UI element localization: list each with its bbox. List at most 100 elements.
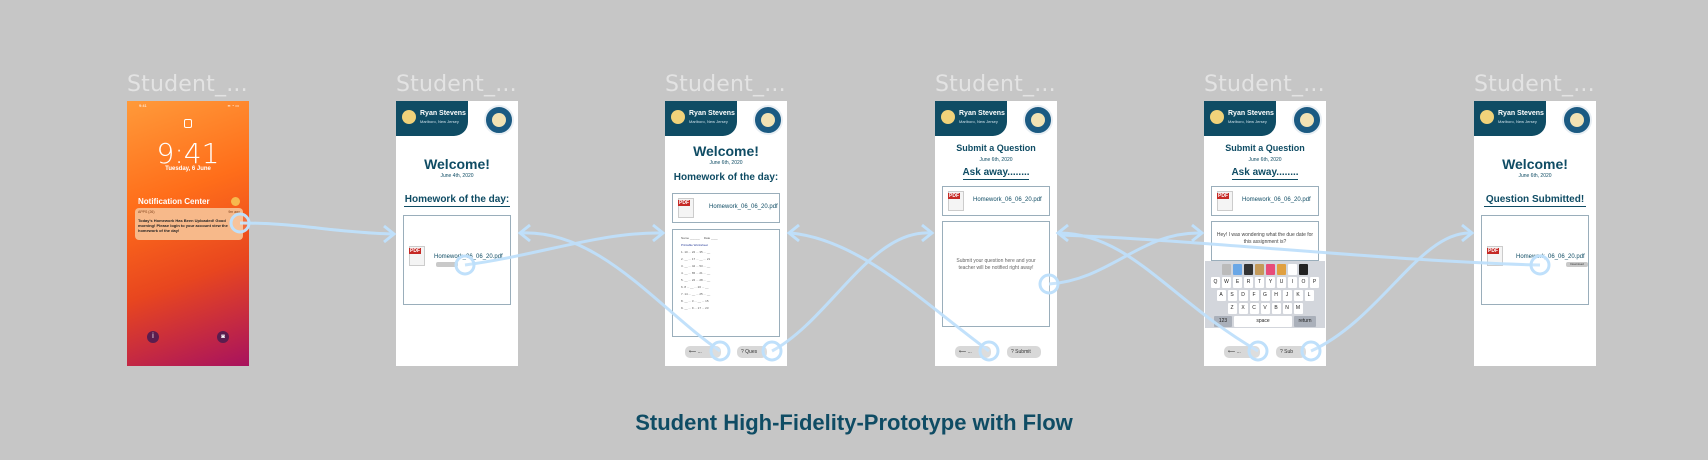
key-h[interactable]: H [1271, 290, 1281, 301]
emoji-suggestion[interactable] [1255, 264, 1264, 275]
close-icon[interactable] [231, 197, 240, 206]
camera-icon[interactable]: ◙ [217, 331, 229, 343]
key-b[interactable]: B [1271, 303, 1281, 314]
frame-label[interactable]: Student_... [1474, 72, 1595, 97]
lock-screen-frame[interactable]: 9:41 ▪▪ ◔ ▭ 9:41 Tuesday, 6 June Notific… [127, 101, 249, 366]
homework-heading: Homework of the day: [673, 172, 779, 183]
question-button[interactable]: ? Ques [737, 346, 767, 358]
keyboard[interactable]: QWERTYUIOP ASDFGHJKL ZXCVBNM 123 space r… [1205, 261, 1325, 328]
key-o[interactable]: O [1299, 277, 1308, 288]
typing-question-frame[interactable]: Ryan Stevens Marlboro, New Jersey Submit… [1204, 101, 1326, 366]
key-i[interactable]: I [1288, 277, 1297, 288]
submit-question-title: Submit a Question [956, 143, 1036, 153]
download-button[interactable] [436, 262, 458, 267]
heading-underline [1484, 206, 1586, 207]
arrowhead-icon [1055, 223, 1069, 243]
school-logo [484, 105, 514, 135]
emoji-suggestion[interactable] [1266, 264, 1275, 275]
flashlight-icon[interactable]: ⅰ [147, 331, 159, 343]
date-label: June 6th, 2020 [709, 160, 743, 166]
back-button[interactable]: ⟵ ... [1224, 346, 1260, 358]
key-z[interactable]: Z [1227, 303, 1237, 314]
key-u[interactable]: U [1277, 277, 1286, 288]
homework-card[interactable]: Homework_06_06_20.pdf [403, 215, 511, 305]
homework-card[interactable]: Homework_06_06_20.pdf Download [1481, 215, 1589, 305]
homework-file-link[interactable]: Homework_06_06_20.pdf [434, 254, 503, 260]
key-p[interactable]: P [1310, 277, 1319, 288]
frame-label[interactable]: Student_... [127, 72, 248, 97]
return-key[interactable]: return [1294, 316, 1316, 327]
profile-header: Ryan Stevens Marlboro, New Jersey [396, 101, 468, 136]
key-g[interactable]: G [1260, 290, 1270, 301]
homework-notification[interactable]: APPS (26) 9m ago Today's Homework Has Be… [135, 208, 243, 240]
key-n[interactable]: N [1282, 303, 1292, 314]
frame-label[interactable]: Student_... [396, 72, 517, 97]
homework-frame[interactable]: Ryan Stevens Marlboro, New Jersey Welcom… [665, 101, 787, 366]
student-location: Marlboro, New Jersey [420, 119, 459, 124]
heading-underline [1232, 179, 1298, 180]
key-q[interactable]: Q [1211, 277, 1220, 288]
pdf-icon [409, 246, 425, 266]
school-logo [1292, 105, 1322, 135]
question-submitted-frame[interactable]: Ryan Stevens Marlboro, New Jersey Welcom… [1474, 101, 1596, 366]
key-r[interactable]: R [1244, 277, 1253, 288]
home-frame[interactable]: Ryan Stevens Marlboro, New Jersey Welcom… [396, 101, 518, 366]
question-typed-text: Hey! I was wondering what the due date f… [1216, 232, 1314, 245]
key-m[interactable]: M [1293, 303, 1303, 314]
notification-time: 9m ago [228, 210, 240, 214]
key-e[interactable]: E [1233, 277, 1242, 288]
welcome-title: Welcome! [1502, 156, 1568, 172]
submit-question-title: Submit a Question [1225, 143, 1305, 153]
student-name: Ryan Stevens [1228, 110, 1274, 117]
key-x[interactable]: X [1238, 303, 1248, 314]
key-k[interactable]: K [1293, 290, 1303, 301]
emoji-suggestion[interactable] [1299, 264, 1308, 275]
back-button[interactable]: ⟵ ... [685, 346, 721, 358]
key-w[interactable]: W [1222, 277, 1231, 288]
key-j[interactable]: J [1282, 290, 1292, 301]
numbers-key[interactable]: 123 [1214, 316, 1232, 327]
key-c[interactable]: C [1249, 303, 1259, 314]
key-v[interactable]: V [1260, 303, 1270, 314]
frame-label[interactable]: Student_... [935, 72, 1056, 97]
avatar [941, 110, 955, 124]
lock-date: Tuesday, 6 June [165, 166, 211, 172]
space-key[interactable]: space [1234, 316, 1292, 327]
submit-button[interactable]: ? Sub [1276, 346, 1306, 358]
key-f[interactable]: F [1249, 290, 1259, 301]
key-y[interactable]: Y [1266, 277, 1275, 288]
download-button[interactable]: Download [1566, 262, 1588, 267]
arrowhead-icon [786, 223, 800, 243]
emoji-suggestion[interactable] [1244, 264, 1253, 275]
date-label: June 6th, 2020 [979, 157, 1013, 163]
emoji-suggestion[interactable] [1233, 264, 1242, 275]
emoji-suggestion[interactable] [1277, 264, 1286, 275]
key-l[interactable]: L [1304, 290, 1314, 301]
key-d[interactable]: D [1238, 290, 1248, 301]
emoji-suggestion[interactable] [1288, 264, 1297, 275]
profile-header: Ryan Stevens Marlboro, New Jersey [1474, 101, 1546, 136]
homework-file-link[interactable]: Homework_06_06_20.pdf [709, 204, 778, 210]
submit-question-frame[interactable]: Ryan Stevens Marlboro, New Jersey Submit… [935, 101, 1057, 366]
emoji-suggestion[interactable] [1222, 264, 1231, 275]
homework-file-card[interactable]: Homework_06_06_20.pdf [672, 193, 780, 223]
arrowhead-icon [383, 224, 397, 244]
student-name: Ryan Stevens [1498, 110, 1544, 117]
question-textarea[interactable]: Submit your question here and your teach… [942, 221, 1050, 327]
frame-label[interactable]: Student_... [665, 72, 786, 97]
submit-button[interactable]: ? Submit [1007, 346, 1041, 358]
key-t[interactable]: T [1255, 277, 1264, 288]
homework-file-card[interactable]: Homework_06_06_20.pdf [942, 186, 1050, 216]
key-a[interactable]: A [1216, 290, 1226, 301]
homework-file-link[interactable]: Homework_06_06_20.pdf [1516, 254, 1585, 260]
frame-label[interactable]: Student_... [1204, 72, 1325, 97]
homework-file-link[interactable]: Homework_06_06_20.pdf [973, 197, 1042, 203]
back-button[interactable]: ⟵ ... [955, 346, 991, 358]
homework-file-card[interactable]: Homework_06_06_20.pdf [1211, 186, 1319, 216]
question-textarea[interactable]: Hey! I was wondering what the due date f… [1211, 221, 1319, 261]
flow-wire [771, 231, 931, 353]
unlock-icon [184, 119, 192, 128]
key-s[interactable]: S [1227, 290, 1237, 301]
homework-file-link[interactable]: Homework_06_06_20.pdf [1242, 197, 1311, 203]
school-logo [753, 105, 783, 135]
